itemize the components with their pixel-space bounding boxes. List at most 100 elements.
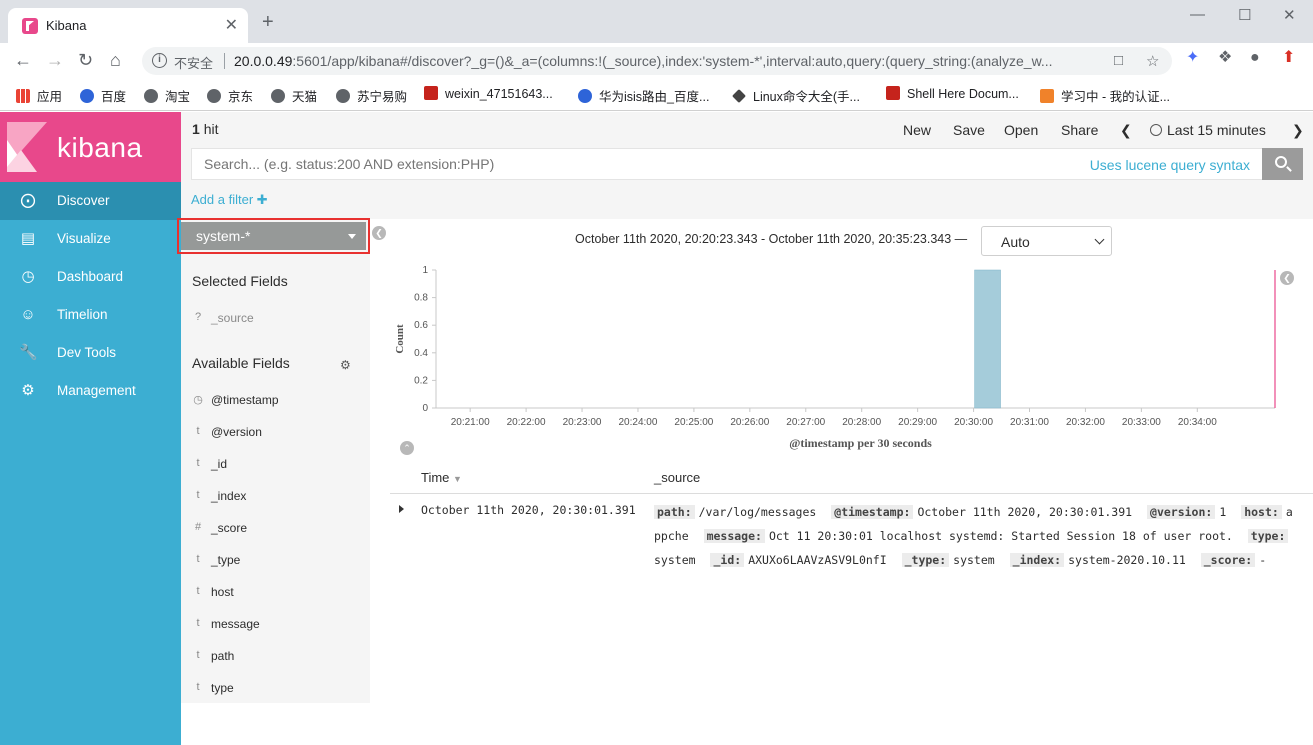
url-path: :5601/app/kibana#/discover?_g=()&_a=(col… — [292, 53, 1053, 69]
bookmark-item[interactable]: 淘宝 — [144, 86, 190, 105]
field-type-icon: t — [196, 649, 200, 661]
update-icon[interactable]: ⬆ — [1282, 48, 1295, 68]
kibana-logo[interactable]: kibana — [0, 112, 181, 182]
bookmark-label: weixin_47151643... — [445, 87, 553, 101]
field-item[interactable]: t @version — [181, 423, 370, 443]
nav-management[interactable]: ⚙ Management — [0, 372, 181, 410]
extensions-puzzle-icon[interactable]: ❖ — [1218, 48, 1232, 68]
linux-icon — [732, 89, 746, 103]
source-field-value: system-2020.10.11 — [1068, 553, 1186, 567]
field-item[interactable]: t host — [181, 583, 370, 603]
bookmark-item[interactable]: 京东 — [207, 86, 253, 105]
field-type-icon: ? — [194, 311, 202, 323]
bookmark-item[interactable]: 学习中 - 我的认证... — [1040, 86, 1170, 105]
bookmarks-bar: 应用 百度 淘宝 京东 天猫 苏宁易购 weixin_47151643... 华… — [0, 79, 1313, 111]
kibana-logo-text: kibana — [57, 132, 143, 163]
field-item[interactable]: ? _source — [181, 309, 370, 329]
field-item[interactable]: t message — [181, 615, 370, 635]
field-item[interactable]: t _index — [181, 487, 370, 507]
column-header-time-label: Time — [421, 470, 450, 485]
bookmark-label: 淘宝 — [165, 90, 191, 104]
bookmark-item[interactable]: 百度 — [80, 86, 126, 105]
field-type-icon: t — [196, 617, 200, 629]
url-text[interactable]: 20.0.0.49:5601/app/kibana#/discover?_g=(… — [234, 53, 1104, 69]
field-type-icon: t — [196, 425, 200, 437]
field-name: host — [211, 585, 234, 599]
share-button[interactable]: Share — [1061, 122, 1098, 138]
chart-legend-toggle-icon[interactable]: ❮ — [1280, 271, 1294, 285]
forward-icon[interactable]: → — [46, 50, 64, 70]
nav-dev-tools[interactable]: 🔧 Dev Tools — [0, 334, 181, 372]
bookmark-label: Shell Here Docum... — [907, 87, 1019, 101]
hits-label: hit — [203, 121, 219, 137]
csdn-icon — [424, 86, 438, 100]
open-button[interactable]: Open — [1004, 122, 1038, 138]
index-pattern-select[interactable]: system-* — [181, 222, 366, 250]
new-tab-button[interactable]: + — [262, 12, 274, 32]
profile-avatar-icon[interactable]: ● — [1250, 48, 1260, 68]
field-item[interactable]: # _score — [181, 519, 370, 539]
nav-visualize[interactable]: ▤ Visualize — [0, 220, 181, 258]
nav-dashboard[interactable]: ◷ Dashboard — [0, 258, 181, 296]
collapse-sidebar-icon[interactable]: ❮ — [372, 226, 386, 240]
bookmark-item[interactable]: weixin_47151643... — [424, 86, 553, 101]
minimize-icon[interactable]: — — [1190, 6, 1205, 23]
tab-close-icon[interactable]: ✕ — [225, 15, 238, 35]
interval-select[interactable]: Auto — [981, 226, 1112, 256]
home-icon[interactable]: ⌂ — [110, 50, 121, 70]
column-header-time[interactable]: Time ▼ — [421, 470, 462, 485]
baidu-paw-icon — [578, 89, 592, 103]
search-button[interactable] — [1262, 148, 1303, 180]
nav-discover[interactable]: ⨀ Discover — [0, 182, 181, 220]
field-settings-gear-icon[interactable]: ⚙ — [340, 358, 351, 372]
bookmark-item[interactable]: 华为isis路由_百度... — [578, 86, 709, 105]
back-icon[interactable]: ← — [14, 50, 32, 70]
address-bar[interactable]: i 不安全 20.0.0.49:5601/app/kibana#/discove… — [142, 47, 1172, 75]
search-input[interactable] — [204, 156, 904, 172]
kibana-logo-icon — [7, 122, 47, 172]
add-filter-link[interactable]: Add a filter ✚ — [191, 192, 268, 208]
hits-count: 1 hit — [192, 121, 218, 137]
bookmark-item[interactable]: 天猫 — [271, 86, 317, 105]
time-picker[interactable]: Last 15 minutes — [1150, 122, 1266, 138]
field-name: message — [211, 617, 260, 631]
bookmark-item[interactable]: 苏宁易购 — [336, 86, 407, 105]
browser-tab[interactable]: Kibana ✕ — [8, 8, 248, 43]
save-button[interactable]: Save — [953, 122, 985, 138]
translate-icon[interactable]: □ — [1114, 52, 1123, 69]
field-name: type — [211, 681, 234, 695]
source-field-value: /var/log/messages — [698, 505, 817, 519]
chevron-down-icon — [1094, 234, 1105, 245]
bookmark-item[interactable]: 应用 — [16, 86, 62, 105]
bar-chart-icon: ▤ — [20, 230, 36, 247]
collapse-chart-icon[interactable]: ⌃ — [400, 441, 414, 455]
field-name: @timestamp — [211, 393, 279, 407]
time-forward-chevron-icon[interactable]: ❯ — [1292, 122, 1304, 139]
window-close-icon[interactable]: ✕ — [1283, 6, 1296, 24]
reload-icon[interactable]: ↻ — [78, 50, 93, 70]
info-icon[interactable]: i — [152, 53, 167, 68]
time-back-chevron-icon[interactable]: ❮ — [1120, 122, 1132, 139]
nav-timelion[interactable]: ☺ Timelion — [0, 296, 181, 334]
field-item[interactable]: t _id — [181, 455, 370, 475]
source-field-value: system — [654, 553, 696, 567]
nav-label: Timelion — [57, 307, 108, 322]
source-field-key: _score: — [1200, 553, 1256, 567]
field-item[interactable]: t type — [181, 679, 370, 699]
extension-bird-icon[interactable]: ✦ — [1186, 48, 1199, 68]
bookmark-item[interactable]: Shell Here Docum... — [886, 86, 1019, 101]
field-item[interactable]: ◷ @timestamp — [181, 391, 370, 411]
expand-row-caret-icon[interactable] — [399, 505, 404, 513]
field-item[interactable]: t path — [181, 647, 370, 667]
maximize-icon[interactable]: ☐ — [1238, 6, 1251, 24]
field-item[interactable]: t _type — [181, 551, 370, 571]
x-tick-label: 20:30:00 — [954, 417, 993, 428]
y-tick-label: 0.6 — [414, 320, 428, 331]
source-field-value: - — [1259, 553, 1267, 567]
sort-caret-icon[interactable]: ▼ — [453, 474, 462, 484]
bookmark-item[interactable]: Linux命令大全(手... — [732, 86, 860, 105]
lucene-syntax-link[interactable]: Uses lucene query syntax — [1090, 157, 1250, 173]
divider — [224, 53, 225, 69]
bookmark-star-icon[interactable]: ☆ — [1146, 52, 1159, 70]
new-button[interactable]: New — [903, 122, 931, 138]
